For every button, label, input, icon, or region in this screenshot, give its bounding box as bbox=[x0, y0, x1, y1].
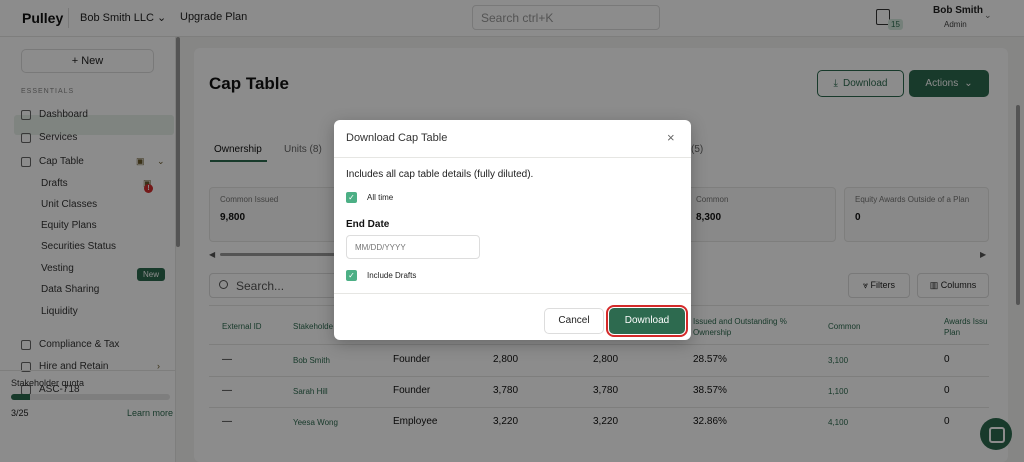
end-date-label: End Date bbox=[346, 219, 390, 230]
dialog-download-button[interactable]: Download bbox=[606, 305, 688, 337]
divider bbox=[334, 293, 691, 294]
include-drafts-checkbox[interactable]: ✓ bbox=[346, 270, 357, 281]
all-time-checkbox[interactable]: ✓ bbox=[346, 192, 357, 203]
dialog-description: Includes all cap table details (fully di… bbox=[346, 169, 534, 180]
divider bbox=[334, 157, 691, 158]
close-icon[interactable]: × bbox=[667, 130, 675, 145]
dialog-title: Download Cap Table bbox=[346, 132, 448, 144]
cancel-button[interactable]: Cancel bbox=[544, 308, 604, 334]
include-drafts-label: Include Drafts bbox=[367, 271, 417, 280]
end-date-input[interactable] bbox=[346, 235, 480, 259]
all-time-label: All time bbox=[367, 193, 394, 202]
download-cap-table-dialog: Download Cap Table × Includes all cap ta… bbox=[334, 120, 691, 340]
